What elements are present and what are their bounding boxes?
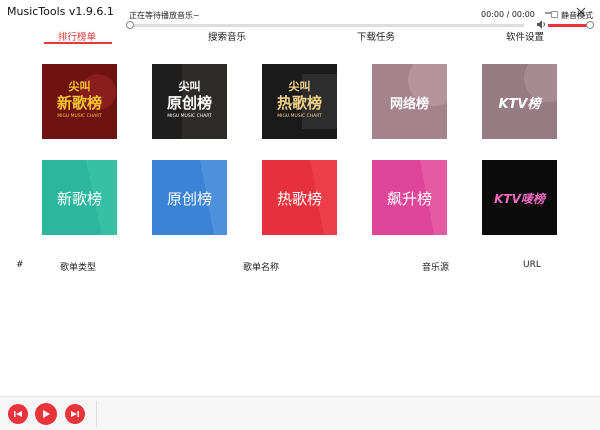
player-bar bbox=[0, 396, 600, 430]
main-tabs: 排行榜单 搜索音乐 下载任务 软件设置 bbox=[0, 26, 600, 48]
mute-checkbox[interactable] bbox=[551, 11, 558, 18]
chart-cover-new-songs[interactable]: 尖叫 新歌榜 MIGU MUSIC CHART bbox=[42, 64, 117, 139]
cover-label: 热歌榜 bbox=[276, 94, 322, 112]
active-tab-indicator bbox=[44, 42, 112, 44]
cover-label: 原创榜 bbox=[166, 190, 212, 208]
volume-slider[interactable] bbox=[548, 24, 588, 27]
previous-icon bbox=[14, 411, 22, 417]
chart-cover-ktv[interactable]: KTV榜 bbox=[482, 64, 557, 139]
next-button[interactable] bbox=[65, 404, 85, 424]
play-button[interactable] bbox=[35, 403, 57, 425]
col-type: 歌单类型 bbox=[60, 263, 97, 273]
chart-cover-new-songs-2[interactable]: 新歌榜 bbox=[42, 160, 117, 235]
cover-label: 网络榜 bbox=[389, 97, 429, 112]
cover-label: 新歌榜 bbox=[56, 94, 102, 112]
playback-time: 00:00 / 00:00 bbox=[481, 10, 535, 19]
cover-label: KTV榜 bbox=[498, 97, 541, 112]
chart-cover-hot-2[interactable]: 热歌榜 bbox=[262, 160, 337, 235]
col-source: 音乐源 bbox=[422, 263, 450, 273]
tab-downloads[interactable]: 下载任务 bbox=[357, 29, 395, 43]
chart-cover-original-2[interactable]: 原创榜 bbox=[152, 160, 227, 235]
cover-label: 原创榜 bbox=[166, 94, 212, 112]
col-url: URL bbox=[523, 260, 541, 270]
progress-bar[interactable] bbox=[129, 24, 524, 27]
player-divider bbox=[96, 401, 97, 427]
next-icon bbox=[71, 411, 79, 417]
volume-knob[interactable] bbox=[586, 21, 594, 29]
tab-charts[interactable]: 排行榜单 bbox=[58, 29, 96, 43]
chart-cover-rising[interactable]: 飙升榜 bbox=[372, 160, 447, 235]
chart-cover-original[interactable]: 尖叫 原创榜 MIGU MUSIC CHART bbox=[152, 64, 227, 139]
playlist-table-header: # 歌单类型 歌单名称 音乐源 URL bbox=[0, 260, 600, 274]
mute-label: 静音模式 bbox=[561, 11, 593, 20]
col-index: # bbox=[16, 260, 24, 270]
chart-cover-hot[interactable]: 尖叫 热歌榜 MIGU MUSIC CHART bbox=[262, 64, 337, 139]
progress-knob[interactable] bbox=[126, 21, 134, 29]
playback-status: 正在等待播放音乐~ bbox=[129, 11, 200, 20]
tab-search[interactable]: 搜索音乐 bbox=[208, 29, 246, 43]
previous-button[interactable] bbox=[8, 404, 28, 424]
volume-icon[interactable] bbox=[537, 20, 547, 32]
chart-cover-ktv-2[interactable]: KTV唛榜 bbox=[482, 160, 557, 235]
play-icon bbox=[43, 410, 50, 418]
cover-label: KTV唛榜 bbox=[494, 192, 545, 206]
cover-label: 飙升榜 bbox=[386, 190, 432, 208]
cover-label: 新歌榜 bbox=[56, 190, 102, 208]
app-title: MusicTools v1.9.6.1 bbox=[7, 5, 114, 18]
col-name: 歌单名称 bbox=[243, 263, 280, 273]
cover-label: 热歌榜 bbox=[276, 190, 322, 208]
chart-cover-network[interactable]: 网络榜 bbox=[372, 64, 447, 139]
